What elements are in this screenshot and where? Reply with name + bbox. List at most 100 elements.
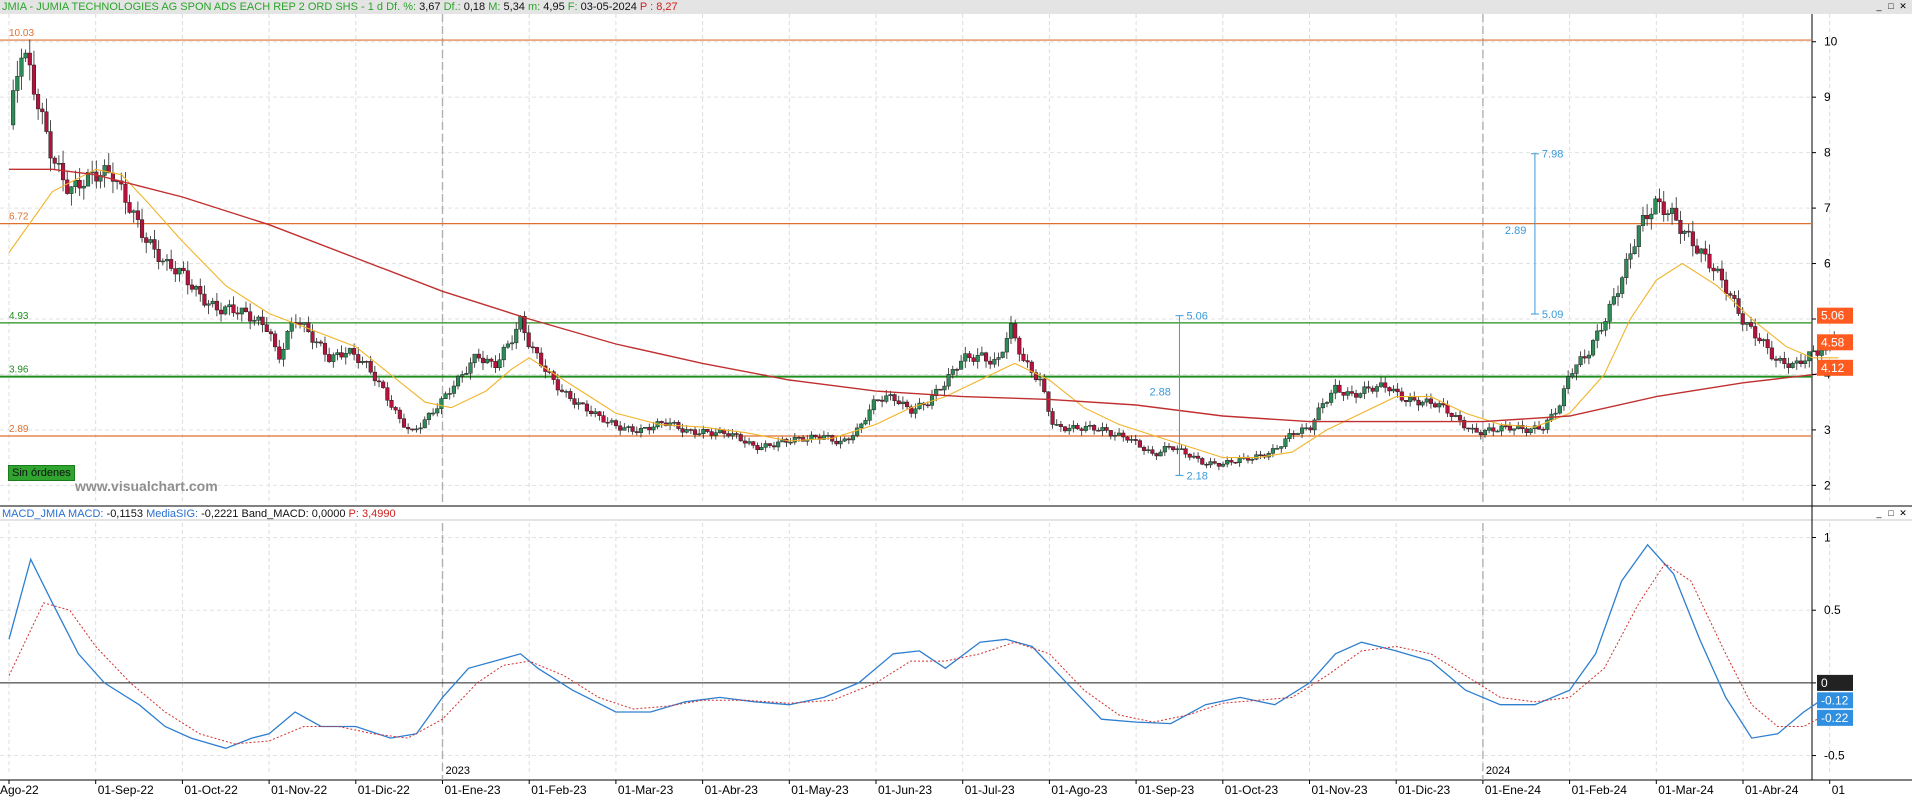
candle bbox=[1395, 388, 1400, 393]
candle bbox=[1204, 463, 1209, 466]
candle bbox=[1744, 322, 1749, 325]
date-tick-label: 01-Ago-23 bbox=[1051, 783, 1107, 797]
date-tick-label: 01-Dic-23 bbox=[1398, 783, 1450, 797]
candle bbox=[139, 219, 145, 238]
date-tick-label: 01-Nov-23 bbox=[1312, 783, 1368, 797]
candle bbox=[1129, 439, 1134, 441]
price-tag-label: 5.06 bbox=[1821, 309, 1845, 323]
candle bbox=[1624, 258, 1629, 278]
candle bbox=[622, 427, 627, 431]
candle bbox=[1104, 427, 1109, 431]
date-tick-label: 01-Oct-22 bbox=[184, 783, 238, 797]
candle bbox=[1495, 430, 1500, 433]
candle bbox=[1732, 295, 1737, 299]
candle bbox=[169, 259, 174, 269]
candle bbox=[489, 358, 494, 362]
date-tick-label: 01-May-23 bbox=[791, 783, 849, 797]
candle bbox=[875, 399, 881, 401]
candle bbox=[734, 433, 739, 435]
candle bbox=[1653, 198, 1658, 215]
candle bbox=[1499, 425, 1504, 432]
candle bbox=[44, 111, 49, 132]
candle bbox=[1512, 428, 1517, 431]
candle bbox=[1304, 427, 1309, 430]
price-close-button[interactable]: ✕ bbox=[1898, 1, 1908, 11]
price-maximize-button[interactable]: □ bbox=[1886, 1, 1896, 11]
candle bbox=[27, 52, 32, 66]
candle bbox=[451, 385, 456, 394]
candle bbox=[15, 76, 20, 91]
candle bbox=[763, 443, 768, 448]
candle bbox=[214, 300, 219, 311]
candle bbox=[464, 372, 469, 375]
candle bbox=[48, 131, 53, 159]
candle bbox=[1449, 412, 1454, 417]
candle bbox=[1399, 391, 1404, 401]
candle bbox=[842, 438, 847, 442]
candle bbox=[1341, 392, 1346, 396]
candle bbox=[397, 409, 402, 419]
candle bbox=[23, 52, 28, 59]
candle bbox=[618, 425, 623, 431]
candle bbox=[11, 90, 16, 126]
date-tick-label: 01-Oct-23 bbox=[1225, 783, 1279, 797]
candle bbox=[1299, 427, 1305, 434]
candle bbox=[1079, 428, 1084, 431]
price-chart[interactable]: 2023 2024 10.03 6.72 4.93 3.96 2.89 5.06 2.18 2.8… bbox=[0, 0, 1912, 798]
candle bbox=[447, 393, 452, 395]
candle bbox=[1133, 439, 1138, 441]
candle bbox=[1333, 384, 1338, 394]
date-tick-label: 01-Sep-23 bbox=[1138, 783, 1194, 797]
candle bbox=[1166, 446, 1172, 448]
candle bbox=[954, 369, 959, 371]
candle bbox=[526, 332, 531, 348]
candle bbox=[485, 358, 490, 364]
candle bbox=[468, 362, 473, 374]
candle bbox=[476, 353, 481, 359]
candle bbox=[589, 410, 594, 414]
candle bbox=[414, 428, 419, 431]
candle bbox=[1354, 393, 1359, 398]
measure-to-label: 7.98 bbox=[1542, 149, 1563, 161]
candle bbox=[697, 433, 702, 436]
candle bbox=[194, 286, 199, 290]
macd-maximize-button[interactable]: □ bbox=[1886, 508, 1896, 518]
no-orders-button[interactable]: Sin órdenes bbox=[8, 465, 75, 481]
candle bbox=[1607, 303, 1612, 322]
candle bbox=[389, 400, 394, 408]
macd-close-button[interactable]: ✕ bbox=[1898, 508, 1908, 518]
candle bbox=[1636, 225, 1641, 247]
macd-line bbox=[8, 543, 1822, 749]
candle bbox=[164, 259, 170, 262]
candle bbox=[801, 437, 806, 442]
candle bbox=[1798, 360, 1804, 364]
candle bbox=[381, 381, 386, 388]
candle bbox=[401, 418, 407, 428]
candle bbox=[1778, 358, 1783, 361]
candle bbox=[218, 309, 224, 315]
candle bbox=[767, 443, 772, 446]
candle bbox=[971, 357, 976, 362]
price-tick-label: 8 bbox=[1824, 146, 1831, 160]
candle bbox=[1108, 430, 1113, 437]
candle bbox=[356, 354, 361, 363]
candle bbox=[1125, 436, 1130, 441]
candle bbox=[913, 408, 918, 414]
price-minimize-button[interactable]: _ bbox=[1874, 1, 1884, 11]
candle bbox=[372, 371, 377, 382]
candle bbox=[223, 306, 228, 315]
price-tick-label: 7 bbox=[1824, 201, 1831, 215]
price-header: JMIA - JUMIA TECHNOLOGIES AG SPON ADS EA… bbox=[2, 1, 678, 13]
candle bbox=[1179, 448, 1184, 450]
measure-diff-label: 2.89 bbox=[1505, 225, 1526, 237]
candle bbox=[539, 352, 544, 367]
candle bbox=[850, 435, 856, 441]
date-tick-label: 01-Sep-22 bbox=[98, 783, 154, 797]
candle bbox=[1524, 428, 1529, 433]
macd-minimize-button[interactable]: _ bbox=[1874, 508, 1884, 518]
candle bbox=[950, 369, 955, 375]
candle bbox=[826, 435, 831, 437]
candle bbox=[1694, 245, 1700, 254]
candle bbox=[1054, 424, 1059, 426]
date-tick-label: 01-Mar-23 bbox=[618, 783, 674, 797]
